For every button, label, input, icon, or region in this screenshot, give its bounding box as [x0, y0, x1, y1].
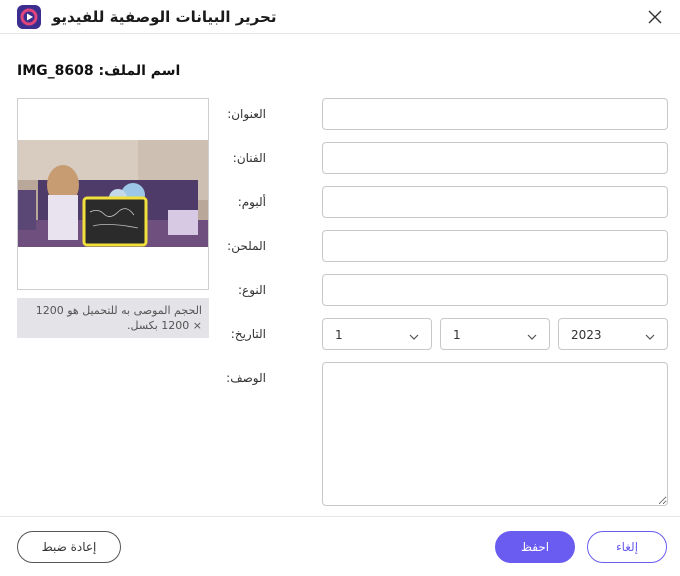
- chevron-down-icon: [409, 330, 419, 344]
- title-input[interactable]: [322, 98, 668, 130]
- thumbnail-upload-box[interactable]: [17, 98, 209, 290]
- date-label: التاريخ:: [230, 327, 266, 341]
- title-label: العنوان:: [227, 107, 266, 121]
- genre-label: النوع:: [237, 283, 266, 297]
- artist-label: الفنان:: [232, 151, 266, 165]
- date-first-select[interactable]: 1: [322, 318, 432, 350]
- date-first-value: 1: [335, 328, 343, 342]
- album-input[interactable]: [322, 186, 668, 218]
- app-logo-icon: [17, 5, 41, 29]
- composer-label: الملحن:: [227, 239, 266, 253]
- reset-button[interactable]: إعادة ضبط: [17, 531, 121, 563]
- chevron-down-icon: [527, 330, 537, 344]
- close-icon[interactable]: [644, 6, 666, 28]
- genre-input[interactable]: [322, 274, 668, 306]
- year-select[interactable]: 2023: [558, 318, 668, 350]
- file-name: IMG_8608 :اسم الملف: [17, 63, 181, 79]
- video-thumbnail: [18, 140, 208, 247]
- artist-input[interactable]: [322, 142, 668, 174]
- year-value: 2023: [571, 328, 602, 342]
- title-bar: تحرير البيانات الوصفية للفيديو: [0, 0, 680, 34]
- footer-divider: [0, 516, 680, 517]
- description-textarea[interactable]: [322, 362, 668, 506]
- date-second-select[interactable]: 1: [440, 318, 550, 350]
- composer-input[interactable]: [322, 230, 668, 262]
- window-title: تحرير البيانات الوصفية للفيديو: [52, 8, 277, 26]
- chevron-down-icon: [645, 330, 655, 344]
- description-label: الوصف:: [226, 371, 266, 385]
- save-button[interactable]: احفظ: [495, 531, 575, 563]
- cancel-button[interactable]: إلغاء: [587, 531, 667, 563]
- date-second-value: 1: [453, 328, 461, 342]
- thumbnail-size-hint: الحجم الموصى به للتحميل هو 1200 × 1200 ب…: [17, 298, 209, 338]
- album-label: ألبوم:: [237, 195, 266, 209]
